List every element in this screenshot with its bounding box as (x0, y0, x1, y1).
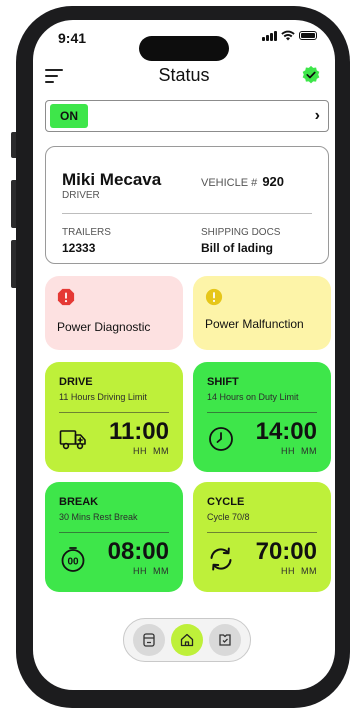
timer-divider (207, 412, 317, 413)
card-divider (62, 213, 312, 214)
break-timer-card[interactable]: BREAK 30 Mins Rest Break 00 08:00 HH MM (45, 482, 183, 592)
timer-value: 14:00 (255, 418, 317, 445)
truck-icon (59, 430, 86, 450)
svg-text:00: 00 (67, 557, 79, 568)
timer-divider (59, 412, 169, 413)
timer-units: HH MM (281, 566, 317, 576)
timer-value: 70:00 (255, 538, 317, 565)
home-icon (180, 633, 194, 647)
timer-title: BREAK (59, 496, 99, 508)
cycle-timer-card[interactable]: CYCLE Cycle 70/8 70:00 HH MM (193, 482, 331, 592)
power-malfunction-alert[interactable]: Power Malfunction (193, 276, 331, 350)
nav-inspection-button[interactable] (209, 624, 241, 656)
timer-value: 08:00 (107, 538, 169, 565)
driver-role: DRIVER (62, 190, 100, 201)
timer-divider (59, 532, 169, 533)
logbook-icon (143, 633, 155, 647)
nav-logbook-button[interactable] (133, 624, 165, 656)
nav-home-button[interactable] (171, 624, 203, 656)
dynamic-island (139, 36, 229, 61)
system-status-icons (262, 30, 317, 41)
timer-value: 11:00 (108, 418, 169, 445)
page-title: Status (158, 65, 210, 85)
timer-subtitle: Cycle 70/8 (207, 512, 250, 522)
duty-status-badge: ON (50, 104, 88, 128)
vehicle-label: VEHICLE # (201, 177, 258, 189)
cycle-icon (210, 547, 232, 571)
driver-info-card[interactable]: Miki Mecava DRIVER VEHICLE # 920 TRAILER… (45, 146, 329, 264)
status-bar-time: 9:41 (58, 30, 87, 46)
timer-units: HH MM (133, 566, 169, 576)
driver-name: Miki Mecava (62, 170, 162, 189)
trailers-label: TRAILERS (62, 227, 111, 238)
signal-icon (262, 30, 277, 41)
shipping-docs-label: SHIPPING DOCS (201, 227, 281, 238)
clock-icon (209, 427, 233, 451)
bottom-nav (123, 618, 251, 662)
error-icon (57, 288, 75, 306)
timer-divider (207, 532, 317, 533)
drive-timer-card[interactable]: DRIVE 11 Hours Driving Limit 11:00 HH MM (45, 362, 183, 472)
chevron-right-icon: › (314, 107, 320, 124)
timer-title: DRIVE (59, 376, 93, 388)
timer-title: SHIFT (207, 376, 239, 388)
warning-icon (205, 288, 223, 306)
vehicle-info: VEHICLE # 920 (201, 174, 284, 189)
battery-icon (299, 31, 317, 40)
power-diagnostic-alert[interactable]: Power Diagnostic (45, 276, 183, 350)
inspection-icon (219, 634, 231, 646)
stopwatch-icon: 00 (61, 547, 85, 572)
wifi-icon (281, 30, 295, 41)
verified-badge-icon[interactable] (301, 65, 321, 85)
timer-subtitle: 11 Hours Driving Limit (59, 392, 147, 402)
timer-units: HH MM (281, 446, 317, 456)
alert-label: Power Malfunction (205, 317, 304, 331)
app-screen: 9:41 Status ON › Miki Mecava DRIVER VEHI… (33, 20, 335, 690)
timer-subtitle: 30 Mins Rest Break (59, 512, 138, 522)
timer-units: HH MM (133, 446, 169, 456)
timer-title: CYCLE (207, 496, 245, 508)
duty-status-bar[interactable]: ON › (45, 100, 329, 132)
shipping-docs-value: Bill of lading (201, 241, 273, 255)
trailers-value: 12333 (62, 241, 96, 255)
vehicle-number: 920 (262, 174, 285, 189)
alert-label: Power Diagnostic (57, 320, 151, 334)
timer-subtitle: 14 Hours on Duty Limit (207, 392, 299, 402)
shift-timer-card[interactable]: SHIFT 14 Hours on Duty Limit 14:00 HH MM (193, 362, 331, 472)
